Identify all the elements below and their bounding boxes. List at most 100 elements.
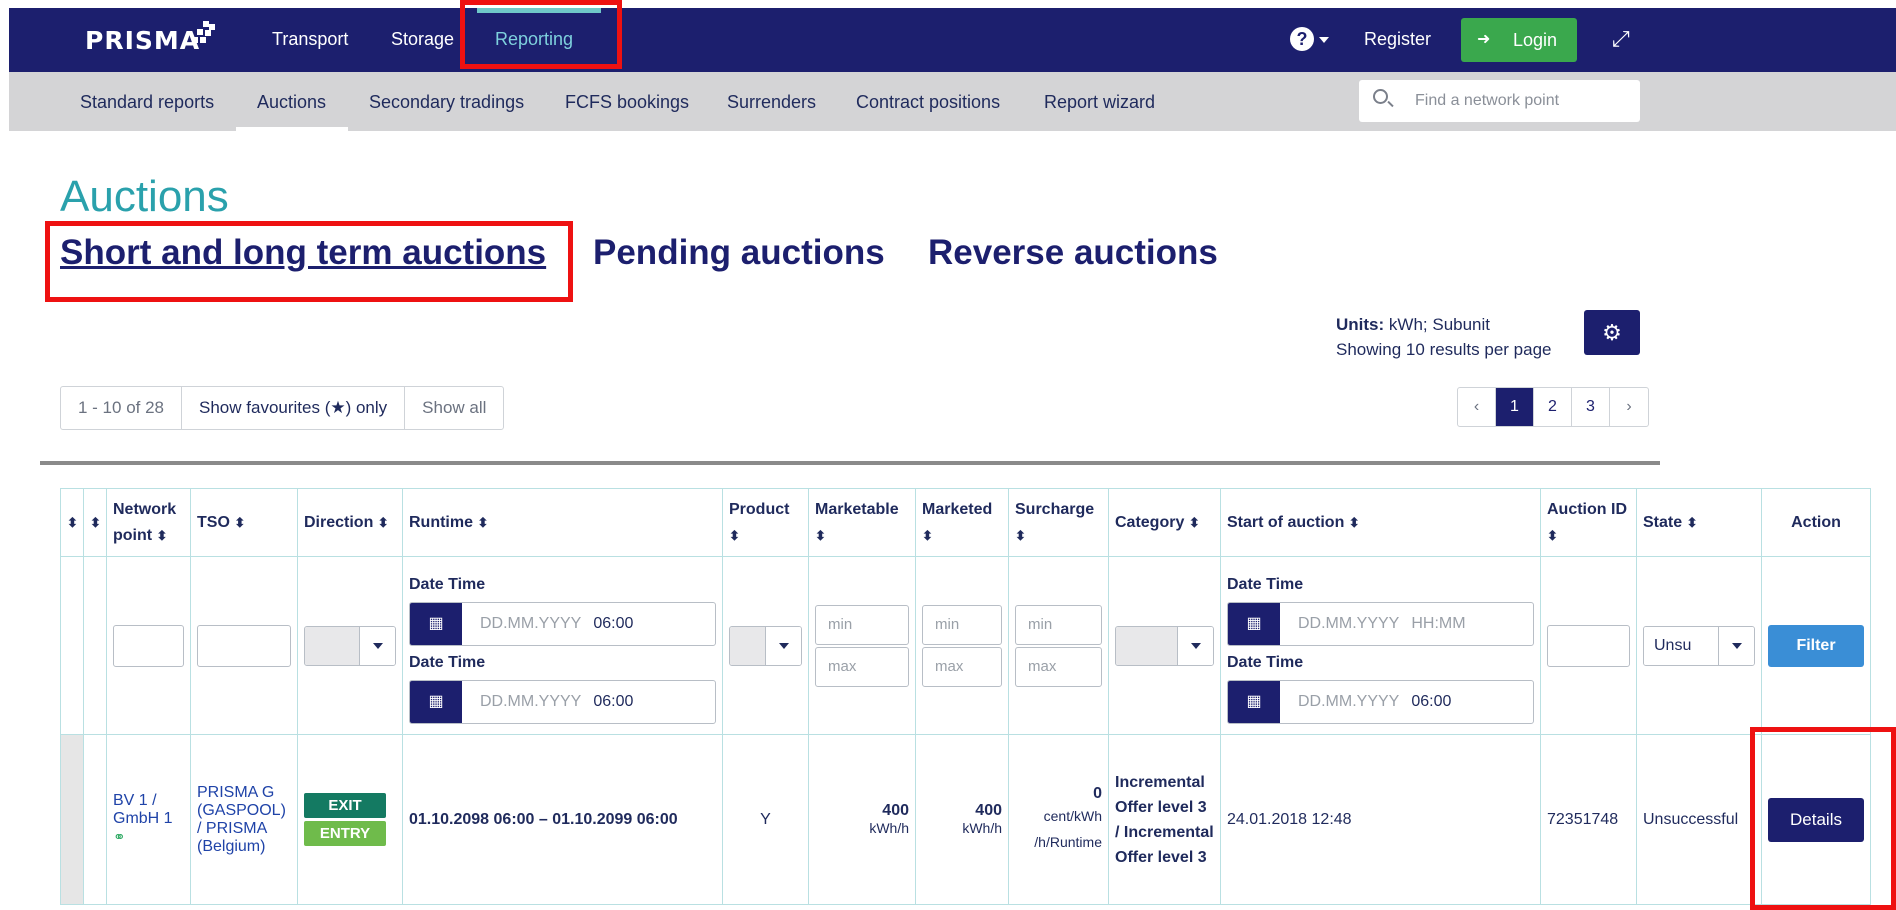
subnav-standard-reports[interactable]: Standard reports	[80, 92, 214, 113]
prisma-logo-icon	[192, 21, 215, 43]
header-marketable[interactable]: Marketable ⬍	[808, 488, 916, 557]
surcharge-cell: 0 cent/kWh /h/Runtime	[1008, 734, 1109, 905]
surcharge-min-input[interactable]: min	[1015, 604, 1102, 645]
filter-direction-select[interactable]	[304, 625, 396, 666]
marketed-min-input[interactable]: min	[922, 604, 1002, 645]
tab-pending-auctions[interactable]: Pending auctions	[593, 233, 885, 273]
subnav-report-wizard[interactable]: Report wizard	[1044, 92, 1155, 113]
network-point-link[interactable]: BV 1 / GmbH 1	[113, 792, 173, 827]
header-direction[interactable]: Direction ⬍	[297, 488, 403, 557]
start-to-label: Date Time	[1227, 653, 1304, 671]
register-link[interactable]: Register	[1364, 29, 1431, 50]
subnav-surrenders[interactable]: Surrenders	[727, 92, 816, 113]
sort-icon: ⬍	[90, 514, 101, 530]
header-label: Surcharge	[1015, 500, 1095, 518]
filter-network-point-cell	[106, 556, 191, 735]
filter-network-point-input[interactable]	[113, 624, 184, 667]
header-label: TSO	[197, 513, 230, 531]
highlight-reporting	[460, 0, 622, 69]
filter-runtime-cell: Date Time ▦ DD.MM.YYYY 06:00 Date Time ▦…	[402, 556, 723, 735]
expand-icon[interactable]: ⤢	[1612, 26, 1630, 52]
category-cell: Incremental Offer level 3 / Incremental …	[1108, 734, 1221, 905]
sort-icon: ⬍	[922, 527, 933, 543]
header-category[interactable]: Category ⬍	[1108, 488, 1221, 557]
runtime-from-label: Date Time	[409, 575, 486, 593]
sort-favourite-column[interactable]: ⬍	[60, 488, 84, 557]
calendar-icon[interactable]: ▦	[1228, 680, 1280, 723]
header-surcharge[interactable]: Surcharge ⬍	[1008, 488, 1109, 557]
header-network-point[interactable]: Network point ⬍	[106, 488, 191, 557]
filter-auction-id-input[interactable]	[1547, 624, 1630, 667]
pager-page-1[interactable]: 1	[1496, 388, 1534, 426]
pager-next[interactable]: ›	[1610, 388, 1648, 426]
filter-state-select[interactable]: Unsu	[1643, 625, 1755, 666]
header-label: Runtime	[409, 513, 473, 531]
tso-cell[interactable]: PRISMA G (GASPOOL) / PRISMA (Belgium)	[190, 734, 298, 905]
brand-logo[interactable]: PRISMA	[85, 26, 200, 55]
time-value: 06:00	[593, 692, 634, 710]
divider	[40, 461, 1660, 465]
start-from-input[interactable]: ▦ DD.MM.YYYY HH:MM	[1227, 601, 1534, 646]
filter-product-select[interactable]	[729, 625, 802, 666]
filter-cell-empty	[60, 556, 84, 735]
sort-icon: ⬍	[377, 514, 389, 530]
header-product[interactable]: Product ⬍	[722, 488, 809, 557]
date-placeholder: DD.MM.YYYY	[1298, 692, 1400, 710]
header-marketed[interactable]: Marketed ⬍	[915, 488, 1009, 557]
state-cell: Unsuccessful	[1636, 734, 1762, 905]
marketed-max-input[interactable]: max	[922, 646, 1002, 687]
subnav-fcfs-bookings[interactable]: FCFS bookings	[565, 92, 689, 113]
nav-storage[interactable]: Storage	[391, 29, 454, 50]
runtime-cell: 01.10.2098 06:00 – 01.10.2099 06:00	[402, 734, 723, 905]
header-start-of-auction[interactable]: Start of auction ⬍	[1220, 488, 1541, 557]
filter-start-cell: Date Time ▦ DD.MM.YYYY HH:MM Date Time ▦…	[1220, 556, 1541, 735]
marketable-min-input[interactable]: min	[815, 604, 909, 645]
filter-product-cell	[722, 556, 809, 735]
header-runtime[interactable]: Runtime ⬍	[402, 488, 723, 557]
chevron-down-icon	[1177, 626, 1213, 665]
subnav-auctions[interactable]: Auctions	[257, 92, 326, 113]
calendar-icon[interactable]: ▦	[410, 602, 462, 645]
search-icon	[1373, 89, 1388, 104]
calendar-icon[interactable]: ▦	[410, 680, 462, 723]
login-button[interactable]: ➜ Login	[1461, 18, 1577, 62]
sort-icon: ⬍	[815, 527, 826, 543]
filter-category-select[interactable]	[1115, 625, 1214, 666]
start-to-input[interactable]: ▦ DD.MM.YYYY 06:00	[1227, 679, 1534, 724]
header-tso[interactable]: TSO ⬍	[190, 488, 298, 557]
filter-button[interactable]: Filter	[1768, 624, 1864, 667]
filter-tso-input[interactable]	[197, 624, 291, 667]
filter-state-cell: Unsu	[1636, 556, 1762, 735]
header-state[interactable]: State ⬍	[1636, 488, 1762, 557]
show-all-button[interactable]: Show all	[405, 387, 503, 429]
units-label: Units:	[1336, 315, 1385, 334]
result-count: 1 - 10 of 28	[61, 387, 183, 429]
chevron-down-icon	[359, 626, 395, 665]
sort-link-column[interactable]: ⬍	[83, 488, 107, 557]
header-label: Category	[1115, 513, 1185, 531]
subnav-contract-positions[interactable]: Contract positions	[856, 92, 1000, 113]
select-value	[305, 626, 359, 665]
direction-entry-badge: ENTRY	[304, 821, 386, 846]
runtime-to-input[interactable]: ▦ DD.MM.YYYY 06:00	[409, 679, 716, 724]
link-icon[interactable]: ⚭	[113, 829, 126, 846]
settings-button[interactable]: ⚙	[1584, 310, 1640, 355]
surcharge-max-input[interactable]: max	[1015, 646, 1102, 687]
nav-transport[interactable]: Transport	[272, 29, 348, 50]
subnav-secondary-tradings[interactable]: Secondary tradings	[369, 92, 524, 113]
favourite-cell[interactable]	[60, 734, 84, 905]
pager-page-3[interactable]: 3	[1572, 388, 1610, 426]
tab-reverse-auctions[interactable]: Reverse auctions	[928, 233, 1218, 273]
calendar-icon[interactable]: ▦	[1228, 602, 1280, 645]
marketable-cell: 400 kWh/h	[808, 734, 916, 905]
show-favourites-button[interactable]: Show favourites (★) only	[182, 387, 406, 429]
marketable-max-input[interactable]: max	[815, 646, 909, 687]
runtime-from-input[interactable]: ▦ DD.MM.YYYY 06:00	[409, 601, 716, 646]
search-input[interactable]	[1415, 88, 1625, 114]
chevron-down-icon[interactable]	[1319, 37, 1329, 43]
pager-prev[interactable]: ‹	[1458, 388, 1496, 426]
start-of-auction-cell: 24.01.2018 12:48	[1220, 734, 1541, 905]
header-auction-id[interactable]: Auction ID ⬍	[1540, 488, 1637, 557]
help-icon[interactable]: ?	[1290, 27, 1314, 51]
pager-page-2[interactable]: 2	[1534, 388, 1572, 426]
